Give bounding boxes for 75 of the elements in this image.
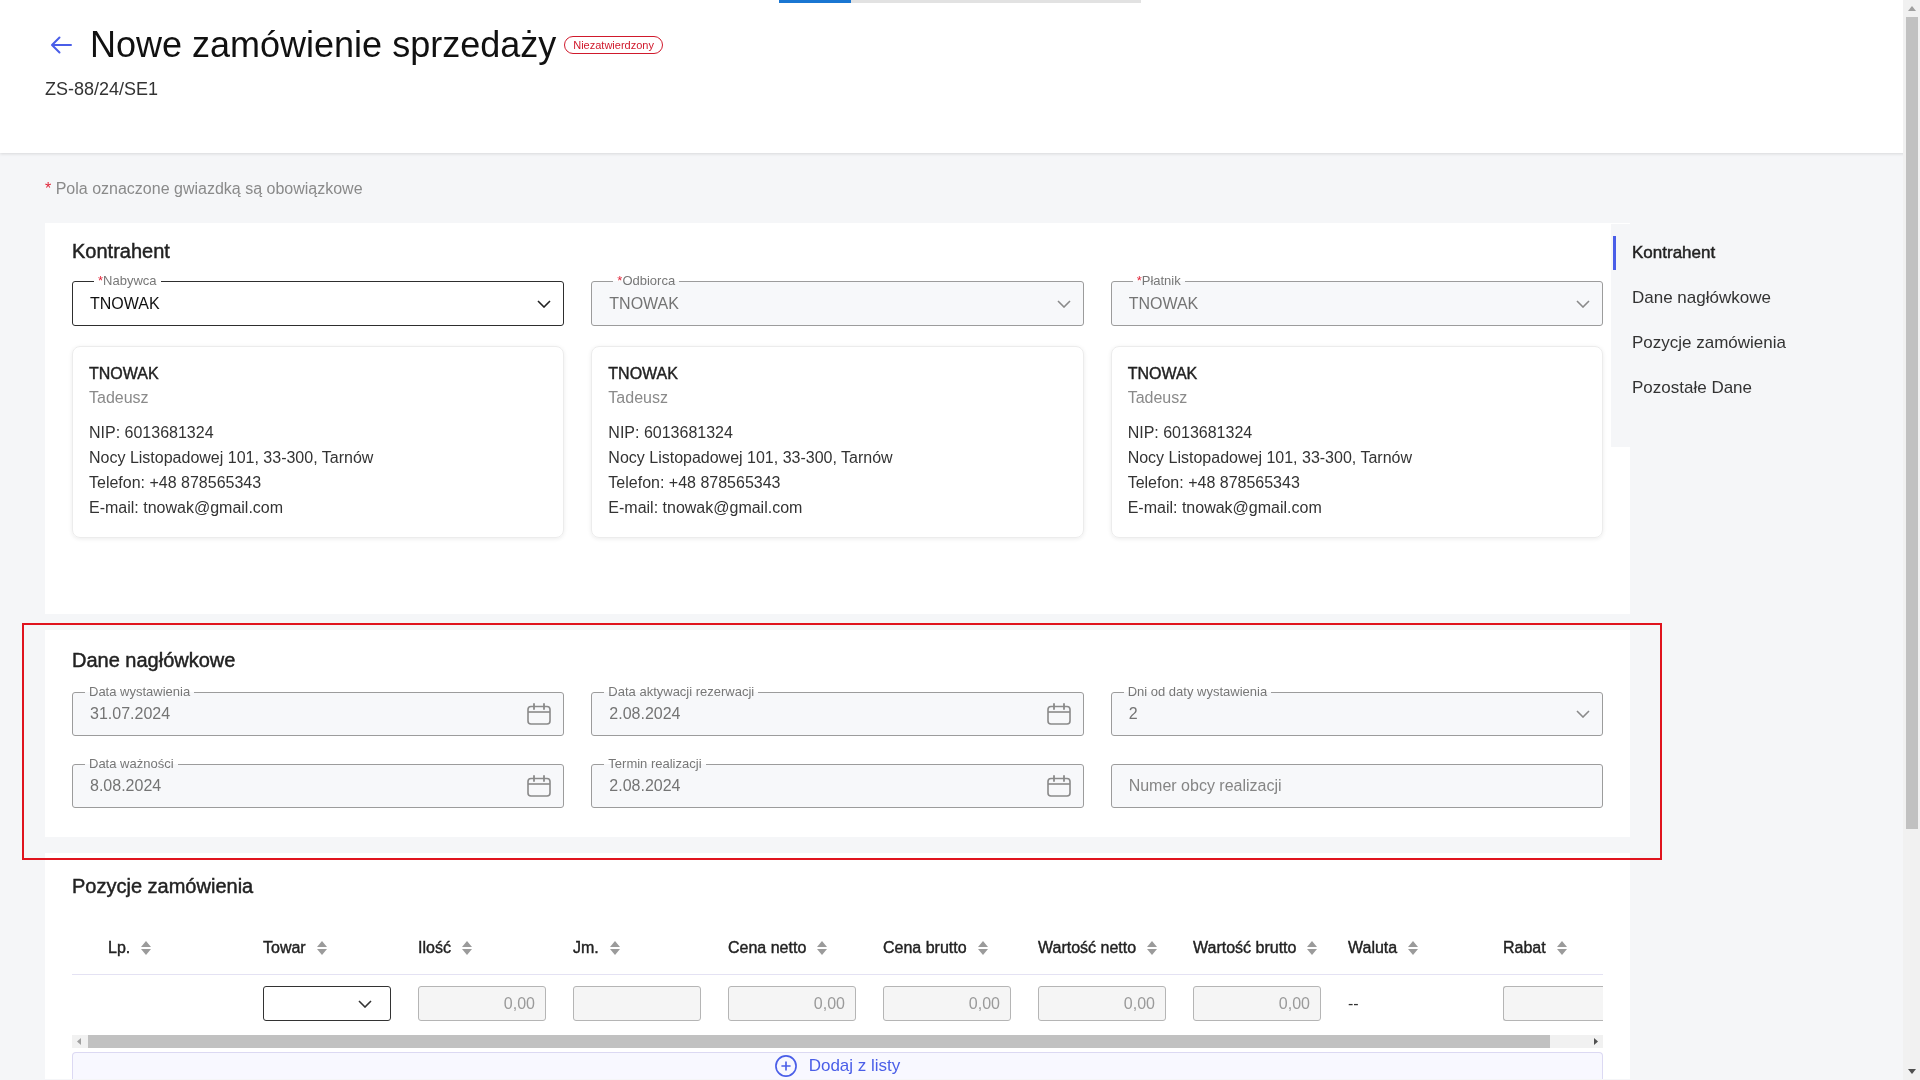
chevron-down-icon xyxy=(1056,299,1071,308)
horizontal-scrollbar[interactable] xyxy=(72,1035,1603,1048)
contact-detail: NIP: 6013681324 xyxy=(89,423,215,443)
calendar-icon xyxy=(527,775,552,797)
field-label: Data aktywacji rezerwacji xyxy=(604,684,759,700)
contact-detail: Telefon: +48 878565343 xyxy=(89,473,263,493)
contact-detail: E-mail: tnowak@gmail.com xyxy=(89,498,285,518)
caret-up-icon[interactable] xyxy=(1907,6,1916,11)
document-number: ZS-88/24/SE1 xyxy=(45,78,160,100)
contact-detail: Telefon: +48 878565343 xyxy=(1127,473,1301,493)
caret-right-icon[interactable] xyxy=(1594,1038,1598,1045)
table-input[interactable] xyxy=(573,986,701,1021)
chevron-down-icon xyxy=(358,999,372,1008)
calendar-icon xyxy=(527,703,552,725)
field-label: *Nabywca xyxy=(94,273,161,289)
currency-value: -- xyxy=(1348,994,1359,1013)
back-button[interactable] xyxy=(50,36,72,54)
column-header[interactable]: Towar xyxy=(263,938,306,957)
sort-icon[interactable] xyxy=(316,940,327,955)
required-fields-note: * Pola oznaczone gwiazdką są obowiązkowe xyxy=(45,179,364,199)
section-title: Pozycje zamówienia xyxy=(72,874,255,898)
sort-icon[interactable] xyxy=(1408,940,1419,955)
contact-detail: NIP: 6013681324 xyxy=(608,423,734,443)
section-title: Dane nagłówkowe xyxy=(72,648,237,672)
contact-code: TNOWAK xyxy=(608,364,679,384)
chevron-down-icon xyxy=(1576,299,1590,308)
sort-icon[interactable] xyxy=(141,940,152,955)
contact-detail: E-mail: tnowak@gmail.com xyxy=(608,498,804,518)
chevron-down-icon xyxy=(1576,710,1590,718)
column-header[interactable]: Cena netto xyxy=(728,938,807,957)
field-label: Data wystawienia xyxy=(85,684,195,700)
contact-detail: Nocy Listopadowej 101, 33-300, Tarnów xyxy=(1127,448,1413,468)
nav-link[interactable]: Pozycje zamówienia xyxy=(1613,326,1902,360)
sort-icon[interactable] xyxy=(609,940,620,955)
table-input[interactable] xyxy=(1503,986,1603,1021)
nav-link[interactable]: Dane nagłówkowe xyxy=(1613,281,1902,315)
column-header[interactable]: Rabat xyxy=(1503,938,1546,957)
caret-left-icon[interactable] xyxy=(77,1038,81,1045)
nav-link[interactable]: Pozostałe Dane xyxy=(1613,371,1902,405)
sort-icon[interactable] xyxy=(1147,940,1158,955)
contact-name: Tadeusz xyxy=(1127,388,1189,408)
sort-icon[interactable] xyxy=(1307,940,1318,955)
contact-code: TNOWAK xyxy=(89,364,160,384)
sort-icon[interactable] xyxy=(1556,940,1567,955)
plus-circle-icon xyxy=(774,1055,797,1077)
contact-detail: E-mail: tnowak@gmail.com xyxy=(1127,498,1323,518)
column-header[interactable]: Wartość netto xyxy=(1038,938,1137,957)
vertical-scrollbar[interactable] xyxy=(1903,0,1920,1080)
contact-detail: NIP: 6013681324 xyxy=(1127,423,1254,443)
add-from-list-button[interactable]: Dodaj z listy xyxy=(72,1052,1603,1079)
field-label: Termin realizacji xyxy=(604,756,706,772)
column-header[interactable]: Cena brutto xyxy=(883,938,967,957)
contact-name: Tadeusz xyxy=(608,388,669,408)
column-header[interactable]: Ilość xyxy=(418,938,451,957)
caret-down-icon[interactable] xyxy=(1907,1069,1916,1074)
contact-detail: Nocy Listopadowej 101, 33-300, Tarnów xyxy=(89,448,375,468)
column-header[interactable]: Lp. xyxy=(108,938,131,957)
column-header[interactable]: Jm. xyxy=(573,938,599,957)
sort-icon[interactable] xyxy=(817,940,828,955)
arrow-left-icon xyxy=(50,36,72,54)
sort-icon[interactable] xyxy=(977,940,988,955)
calendar-icon xyxy=(1046,775,1071,797)
page-title: Nowe zamówienie sprzedaży xyxy=(90,23,557,67)
section-title: Kontrahent xyxy=(72,239,171,263)
calendar-icon xyxy=(1046,703,1071,725)
contact-detail: Telefon: +48 878565343 xyxy=(608,473,782,493)
contact-detail: Nocy Listopadowej 101, 33-300, Tarnów xyxy=(608,448,894,468)
column-header[interactable]: Waluta xyxy=(1348,938,1398,957)
chevron-down-icon xyxy=(537,299,552,308)
sort-icon[interactable] xyxy=(461,940,472,955)
column-header[interactable]: Wartość brutto xyxy=(1193,938,1297,957)
contact-name: Tadeusz xyxy=(89,388,150,408)
field-label: Dni od daty wystawienia xyxy=(1123,684,1272,700)
contact-code: TNOWAK xyxy=(1127,364,1199,384)
product-select[interactable] xyxy=(263,986,391,1021)
